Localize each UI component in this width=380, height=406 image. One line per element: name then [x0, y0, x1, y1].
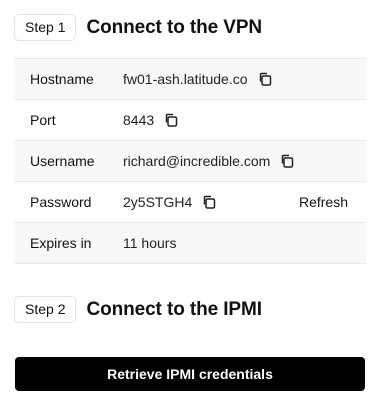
vpn-row-hostname: Hostname fw01-ash.latitude.co	[14, 59, 366, 100]
copy-icon[interactable]	[163, 112, 179, 128]
copy-icon[interactable]	[257, 71, 273, 87]
step1-title: Connect to the VPN	[86, 16, 263, 38]
step1-header: Step 1 Connect to the VPN	[14, 14, 262, 41]
username-value: richard@incredible.com	[123, 153, 271, 169]
vpn-row-password: Password 2y5STGH4 Refresh	[14, 182, 366, 223]
password-value-group: 2y5STGH4	[123, 194, 217, 210]
step2-header: Step 2 Connect to the IPMI	[14, 296, 262, 323]
copy-icon[interactable]	[279, 153, 295, 169]
vpn-row-port: Port 8443	[14, 100, 366, 141]
hostname-value: fw01-ash.latitude.co	[123, 71, 248, 87]
retrieve-ipmi-credentials-button[interactable]: Retrieve IPMI credentials	[15, 357, 365, 391]
step2-badge: Step 2	[14, 296, 77, 323]
copy-icon[interactable]	[201, 194, 217, 210]
vpn-row-username: Username richard@incredible.com	[14, 141, 366, 182]
password-value: 2y5STGH4	[123, 194, 193, 210]
port-value: 8443	[123, 112, 155, 128]
vpn-details-table: Hostname fw01-ash.latitude.co Port 8443 …	[14, 58, 366, 264]
refresh-password-button[interactable]: Refresh	[299, 194, 348, 210]
username-label: Username	[30, 153, 95, 169]
expires-value: 11 hours	[123, 235, 177, 251]
port-value-group: 8443	[123, 112, 179, 128]
vpn-row-expires: Expires in 11 hours	[14, 223, 366, 264]
username-value-group: richard@incredible.com	[123, 153, 295, 169]
step2-title: Connect to the IPMI	[86, 298, 262, 320]
expires-value-group: 11 hours	[123, 235, 176, 251]
hostname-value-group: fw01-ash.latitude.co	[123, 71, 273, 87]
password-label: Password	[30, 194, 92, 210]
hostname-label: Hostname	[30, 71, 94, 87]
port-label: Port	[30, 112, 56, 128]
expires-label: Expires in	[30, 235, 92, 251]
step1-badge: Step 1	[14, 14, 77, 41]
